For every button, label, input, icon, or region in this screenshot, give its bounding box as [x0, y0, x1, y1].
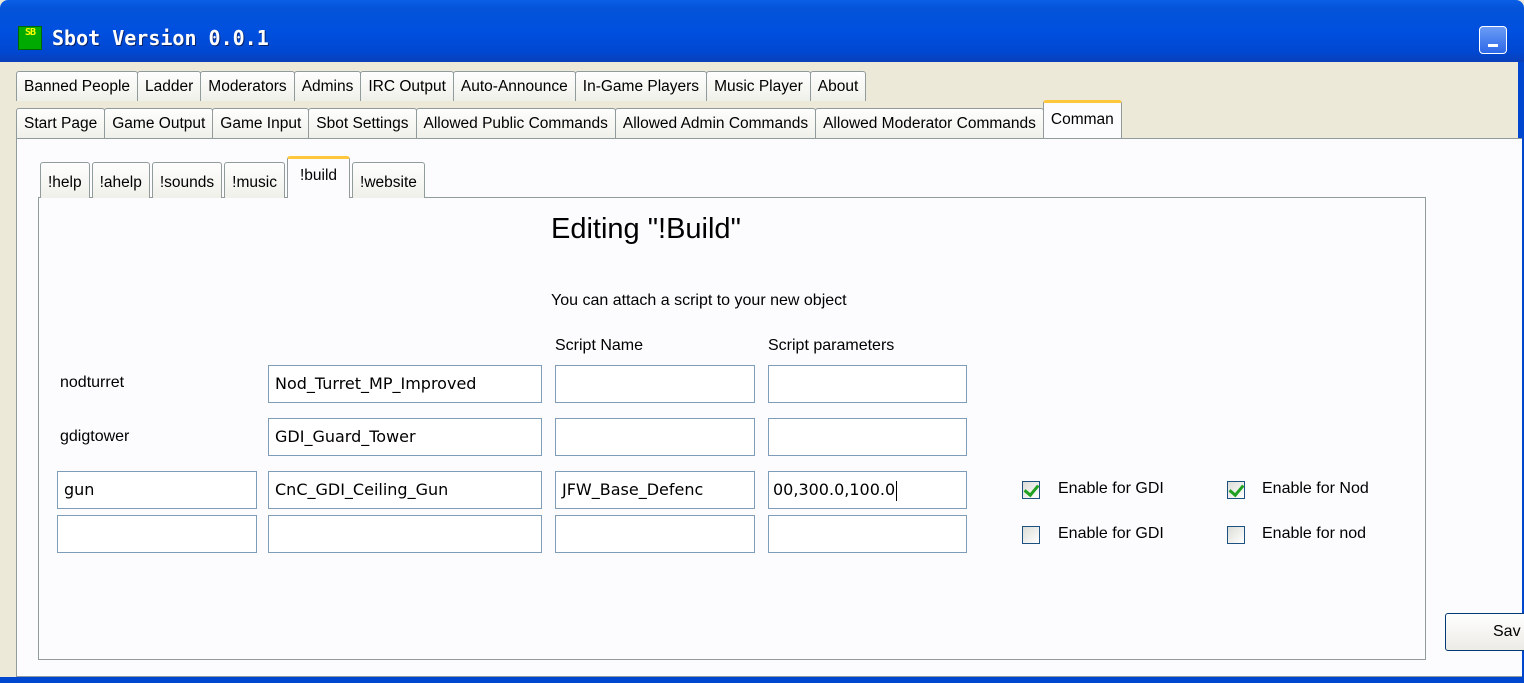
enable-nod-label: Enable for Nod	[1262, 480, 1369, 497]
script-params-field[interactable]	[768, 515, 967, 553]
script-name-field[interactable]	[555, 365, 755, 403]
tab-moderators[interactable]: Moderators	[200, 71, 295, 101]
tab-build[interactable]: !build	[286, 156, 351, 198]
object-preset-field[interactable]: GDI_Guard_Tower	[268, 418, 542, 456]
script-name-field[interactable]: JFW_Base_Defenc	[555, 471, 755, 509]
tab-sbot-settings[interactable]: Sbot Settings	[308, 108, 417, 138]
title-bar: SB Sbot Version 0.0.1	[0, 0, 1524, 62]
script-params-header: Script parameters	[768, 337, 895, 354]
script-params-value: 00,300.0,100.0	[773, 480, 896, 499]
tab-allowed-public-commands[interactable]: Allowed Public Commands	[415, 108, 616, 138]
enable-gdi-label: Enable for GDI	[1058, 480, 1164, 497]
script-name-header: Script Name	[555, 337, 644, 354]
tab-row-2: Start Page Game Output Game Input Sbot S…	[16, 100, 1122, 138]
enable-nod-label: Enable for nod	[1262, 525, 1367, 542]
tab-music-player[interactable]: Music Player	[706, 71, 811, 101]
script-params-field[interactable]	[768, 418, 967, 456]
script-name-field[interactable]	[555, 418, 755, 456]
enable-gdi-checkbox[interactable]	[1022, 526, 1040, 544]
object-preset-field[interactable]	[268, 515, 542, 553]
script-name-field[interactable]	[555, 515, 755, 553]
enable-nod-checkbox[interactable]	[1227, 481, 1245, 499]
script-params-field[interactable]: 00,300.0,100.0	[768, 471, 967, 509]
tab-game-input[interactable]: Game Input	[212, 108, 310, 138]
tab-sounds[interactable]: !sounds	[151, 162, 223, 198]
object-label: nodturret	[60, 374, 125, 391]
object-name-field[interactable]: gun	[57, 471, 257, 509]
command-tab-row: !help !ahelp !sounds !music !build !webs…	[40, 156, 427, 198]
tab-auto-announce[interactable]: Auto-Announce	[452, 71, 576, 101]
tab-allowed-moderator-commands[interactable]: Allowed Moderator Commands	[815, 108, 1044, 138]
enable-gdi-label: Enable for GDI	[1058, 525, 1164, 542]
tab-game-output[interactable]: Game Output	[104, 108, 214, 138]
tab-about[interactable]: About	[809, 71, 867, 101]
tab-irc-output[interactable]: IRC Output	[360, 71, 454, 101]
tab-music[interactable]: !music	[224, 162, 285, 198]
enable-gdi-checkbox[interactable]	[1022, 481, 1040, 499]
tab-commands[interactable]: Comman	[1042, 100, 1122, 138]
save-button[interactable]: Sav	[1445, 613, 1524, 651]
tab-allowed-admin-commands[interactable]: Allowed Admin Commands	[614, 108, 817, 138]
object-label: gdigtower	[60, 428, 130, 445]
tab-start-page[interactable]: Start Page	[16, 108, 106, 138]
window-border-bottom	[0, 677, 1524, 683]
tab-ahelp[interactable]: !ahelp	[91, 162, 150, 198]
object-name-field[interactable]	[57, 515, 257, 553]
enable-nod-checkbox[interactable]	[1227, 526, 1245, 544]
window-title: Sbot Version 0.0.1	[52, 26, 269, 50]
tab-admins[interactable]: Admins	[293, 71, 362, 101]
script-params-field[interactable]	[768, 365, 967, 403]
object-preset-field[interactable]: Nod_Turret_MP_Improved	[268, 365, 542, 403]
tab-banned-people[interactable]: Banned People	[16, 71, 139, 101]
minimize-button[interactable]	[1479, 26, 1507, 54]
text-cursor	[896, 480, 898, 501]
tab-ladder[interactable]: Ladder	[137, 71, 202, 101]
tab-in-game-players[interactable]: In-Game Players	[574, 71, 708, 101]
tab-help[interactable]: !help	[40, 162, 90, 198]
tab-row-1: Banned People Ladder Moderators Admins I…	[16, 71, 867, 101]
app-icon: SB	[18, 26, 42, 50]
script-note: You can attach a script to your new obje…	[551, 292, 847, 309]
object-preset-field[interactable]: CnC_GDI_Ceiling_Gun	[268, 471, 542, 509]
editor-heading: Editing "!Build"	[551, 213, 741, 245]
tab-website[interactable]: !website	[352, 162, 425, 198]
